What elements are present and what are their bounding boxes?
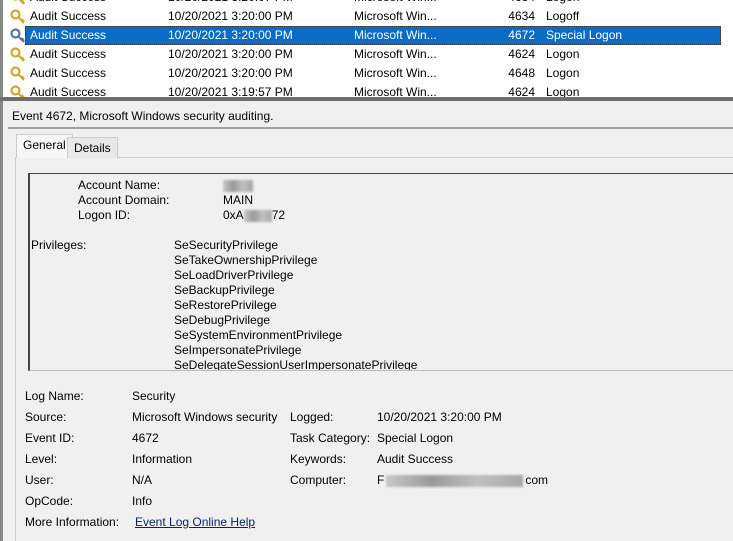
account-domain-label: Account Domain: [78,193,170,207]
more-information-label: More Information: [25,515,120,529]
event-level: Audit Success [30,0,106,7]
event-id: 4672 [508,28,535,42]
source-label: Source: [25,410,67,424]
event-task-category: Logoff [546,9,580,23]
event-source: Microsoft Win... [354,0,437,7]
event-id: 4634 [508,9,535,23]
event-row[interactable]: Audit Success 10/20/2021 3:20:00 PM Micr… [3,7,733,26]
key-icon [13,0,25,5]
tab-details[interactable]: Details [67,137,118,158]
key-icon [10,66,25,81]
event-id: 4634 [481,0,535,7]
logged-value: 10/20/2021 3:20:00 PM [377,410,502,424]
opcode-label: OpCode: [25,494,74,508]
key-icon [10,9,25,24]
account-name-redacted [223,180,253,192]
privilege-item: SeSystemEnvironmentPrivilege [174,328,343,342]
event-id-label: Event ID: [25,431,75,445]
event-date: 10/20/2021 3:20:00 PM [168,47,293,61]
event-date: 10/20/2021 3:20:00 PM [168,9,293,23]
level-label: Level: [25,452,58,466]
event-task-category: Special Logon [546,28,623,42]
event-task-category: Logon [546,0,579,7]
event-id-value: 4672 [132,431,159,445]
level-value: Information [132,452,193,466]
key-icon [10,85,25,97]
event-date: 10/20/2021 3:20:00 PM [168,28,293,42]
event-row[interactable]: Audit Success 10/20/2021 3:20:00 PM Micr… [3,26,733,45]
event-level: Audit Success [30,47,107,61]
logon-id-suffix: 72 [271,208,286,222]
computer-value: Fcom [377,473,548,487]
log-name-label: Log Name: [25,389,84,403]
event-source: Microsoft Win... [354,47,437,61]
tab-general[interactable]: General [16,134,73,158]
event-description[interactable]: Account Name: Account Domain: MAIN Logon… [28,173,733,371]
logged-label: Logged: [290,410,334,424]
event-task-category: Logon [546,66,580,80]
event-detail-header: Event 4672, Microsoft Windows security a… [12,109,274,123]
event-id: 4648 [508,66,535,80]
event-date: 10/20/2021 3:20:00 PM [168,66,293,80]
user-value: N/A [132,473,153,487]
privilege-item: SeDebugPrivilege [174,313,271,327]
privilege-item: SeBackupPrivilege [174,283,275,297]
event-date: 10/20/2021 3:19:57 PM [168,85,293,97]
event-level: Audit Success [30,9,107,23]
event-task-category: Logon [546,85,580,97]
source-value: Microsoft Windows security [132,410,278,424]
privilege-item: SeRestorePrivilege [174,298,277,312]
event-source: Microsoft Win... [354,28,437,42]
privilege-item: SeDelegateSessionUserImpersonatePrivileg… [174,358,418,371]
computer-redacted [386,474,524,487]
logon-id-label: Logon ID: [78,208,131,222]
privileges-label: Privileges: [31,238,87,252]
logon-id-redacted [243,209,272,222]
key-icon [10,28,25,43]
event-id: 4624 [508,85,535,97]
logon-id-prefix: 0xA [223,208,244,222]
task-category-value: Special Logon [377,431,454,445]
computer-label: Computer: [290,473,347,487]
event-source: Microsoft Win... [354,85,437,97]
event-date: 10/20/2021 3:20:07 PM [168,0,293,7]
keywords-label: Keywords: [290,452,347,466]
event-row[interactable]: Audit Success 10/20/2021 3:20:00 PM Micr… [3,45,733,64]
divider [8,127,733,129]
account-domain-value: MAIN [223,193,253,207]
computer-prefix: F [377,473,385,487]
event-level: Audit Success [30,28,107,42]
log-name-value: Security [132,389,176,403]
key-icon [10,47,25,62]
event-source: Microsoft Win... [354,66,437,80]
privileges-list: SeSecurityPrivilege SeTakeOwnershipPrivil… [174,238,418,371]
privilege-item: SeTakeOwnershipPrivilege [174,253,318,267]
event-source: Microsoft Win... [354,9,437,23]
task-category-label: Task Category: [290,431,371,445]
event-row[interactable]: Audit Success 10/20/2021 3:20:00 PM Micr… [3,64,733,83]
event-row[interactable]: Audit Success 10/20/2021 3:20:07 PM Micr… [3,0,733,7]
event-level: Audit Success [30,85,107,97]
event-task-category: Logon [546,47,580,61]
privilege-item: SeImpersonatePrivilege [174,343,302,357]
account-name-label: Account Name: [78,178,161,192]
event-level: Audit Success [30,66,107,80]
event-list[interactable]: Audit Success 10/20/2021 3:20:07 PM Micr… [0,0,733,97]
computer-suffix: com [525,473,549,487]
keywords-value: Audit Success [377,452,454,466]
privilege-item: SeLoadDriverPrivilege [174,268,294,282]
event-id: 4624 [508,47,535,61]
event-row[interactable]: Audit Success 10/20/2021 3:19:57 PM Micr… [3,83,733,97]
logon-id-value: 0xA 72 [223,208,285,222]
event-log-online-help-link[interactable]: Event Log Online Help [135,515,255,529]
privilege-item: SeSecurityPrivilege [174,238,279,252]
opcode-value: Info [132,494,153,508]
user-label: User: [25,473,54,487]
